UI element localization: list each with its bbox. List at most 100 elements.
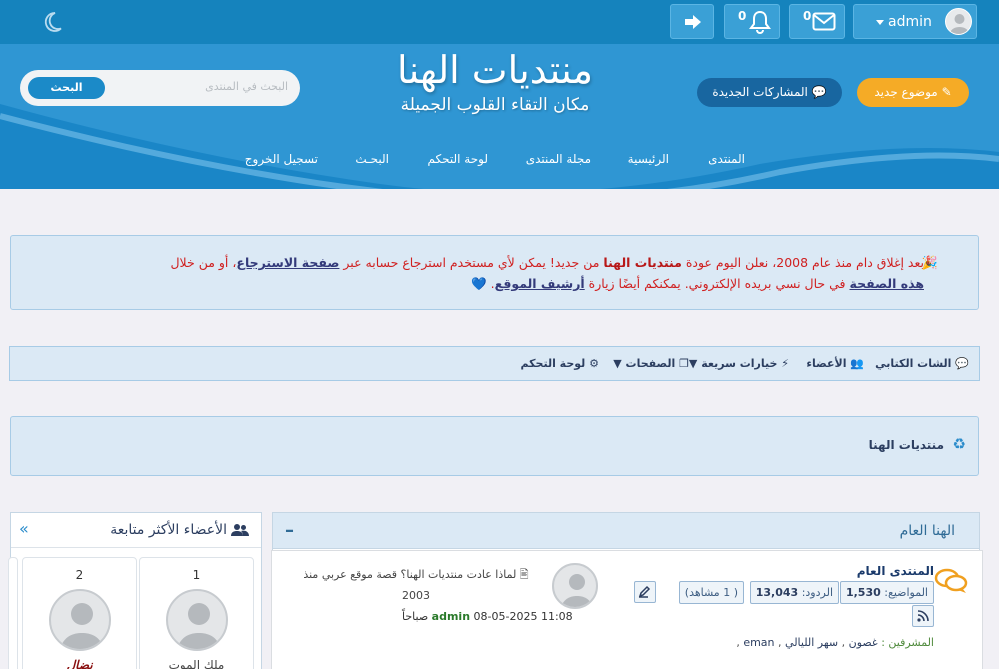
comment-icon: 💬 <box>811 85 827 99</box>
logo-subtitle: مكان التقاء القلوب الجميلة <box>400 95 590 115</box>
search-input[interactable]: البحث في المنتدى <box>205 80 288 93</box>
envelope-icon <box>812 12 836 31</box>
notifications-count: 0 <box>738 9 747 23</box>
announcement-text: . <box>486 276 495 291</box>
forum-bubbles-icon <box>934 568 968 593</box>
rss-icon <box>917 610 929 622</box>
last-post-meta: admin 08-05-2025 11:08 صباحاً <box>402 610 573 623</box>
announcement-text: بعد إغلاق دام منذ عام 2008، نعلن اليوم ع… <box>681 255 924 270</box>
toolbar-control-panel[interactable]: ⚙ لوحة التحكم <box>521 357 600 370</box>
viewers-count: ( 1 مشاهد) <box>678 581 744 604</box>
moderator-link[interactable]: سهر الليالي <box>785 636 838 649</box>
moderators-label: المشرفين : <box>881 636 934 649</box>
breadcrumb: ♻ منتديات الهنا <box>10 416 979 476</box>
archive-link[interactable]: أرشيف الموقع <box>495 276 585 291</box>
user-menu-button[interactable]: admin <box>853 4 977 39</box>
users-icon <box>231 524 249 536</box>
avatar <box>166 589 228 651</box>
replies-value: 13,043 <box>755 586 799 599</box>
announcement-box: 🎉 بعد إغلاق دام منذ عام 2008، نعلن اليوم… <box>10 235 979 310</box>
nav-control-panel[interactable]: لوحة التحكم <box>428 152 489 166</box>
sidebar-header: « الأعضاء الأكثر متابعة <box>11 513 261 548</box>
moderator-link[interactable]: غصون <box>849 636 878 649</box>
logout-icon <box>685 15 701 29</box>
member-name: نضال <box>66 658 93 669</box>
notifications-button[interactable]: 0 <box>724 4 780 39</box>
moderators: المشرفين : غصون , سهر الليالي , eman , <box>736 636 934 649</box>
blue-heart-icon: 💙 <box>471 276 487 291</box>
forum-row: المنتدى العام المواضيع: 1,530 الردود: 13… <box>271 550 983 669</box>
this-page-link[interactable]: هذه الصفحة <box>850 276 925 291</box>
new-posts-button[interactable]: 💬 المشاركات الجديدة <box>697 78 842 107</box>
sidebar-title: الأعضاء الأكثر متابعة <box>110 522 227 538</box>
last-post-title-text: لماذا عادت منتديات الهنا؟ قصة موقع عربي … <box>303 568 517 602</box>
category-header: الهنا العام – <box>273 513 979 549</box>
toolbar-quick-options-label: خيارات سريعة <box>701 357 778 370</box>
double-chevron-left-icon[interactable]: « <box>19 519 29 538</box>
new-topic-button[interactable]: ✎ موضوع جديد <box>857 78 969 107</box>
nav-forum[interactable]: المنتدى <box>708 152 745 166</box>
replies-label: الردود: <box>801 586 833 599</box>
logo-title[interactable]: منتديات الهنا <box>380 48 610 92</box>
nav-home[interactable]: الرئيسية <box>628 152 669 166</box>
messages-button[interactable]: 0 <box>789 4 845 39</box>
member-rank: 2 <box>75 568 84 582</box>
category-title[interactable]: الهنا العام <box>900 523 955 539</box>
top-bar: 0 0 admin <box>0 0 999 44</box>
toolbar-quick-options[interactable]: ⚡ خيارات سريعة ▼ <box>689 357 789 370</box>
topics-count: المواضيع: 1,530 <box>839 581 934 604</box>
moon-icon[interactable] <box>40 10 64 34</box>
avatar <box>945 8 972 35</box>
search-box[interactable]: البحث البحث في المنتدى <box>20 70 300 106</box>
breadcrumb-home[interactable]: منتديات الهنا <box>869 438 944 452</box>
toolbar-chat-label: الشات الكتابي <box>875 357 952 370</box>
moderator-link[interactable]: eman <box>743 636 774 649</box>
topics-value: 1,530 <box>845 586 881 599</box>
toolbar-members-label: الأعضاء <box>806 357 847 370</box>
last-post-user[interactable]: admin <box>432 610 470 623</box>
member-card[interactable]: 1 ملك الموت <box>139 557 254 669</box>
forum-toolbar: 💬 الشات الكتابي 👥 الأعضاء ⚡ خيارات سريعة… <box>9 346 980 381</box>
avatar <box>49 589 111 651</box>
toolbar-pages[interactable]: ❐ الصفحات ▼ <box>613 357 689 370</box>
username: admin <box>888 14 932 30</box>
announcement-text: ، أو من خلال <box>170 255 237 270</box>
member-rank: 1 <box>192 568 201 582</box>
toolbar-chat[interactable]: 💬 الشات الكتابي <box>875 357 969 370</box>
toolbar-control-panel-label: لوحة التحكم <box>520 357 586 370</box>
last-post-date: 08-05-2025 11:08 صباحاً <box>402 610 573 623</box>
rss-button[interactable] <box>912 605 934 627</box>
nav-logout[interactable]: تسجيل الخروج <box>245 152 318 166</box>
edit-forum-button[interactable] <box>634 581 656 603</box>
last-post-avatar[interactable] <box>552 563 598 609</box>
toolbar-members[interactable]: 👥 الأعضاء <box>806 357 864 370</box>
member-card[interactable]: 2 نضال <box>22 557 137 669</box>
last-post-title[interactable]: 🖹 لماذا عادت منتديات الهنا؟ قصة موقع عرب… <box>288 564 544 606</box>
recycle-icon: ♻ <box>952 435 966 453</box>
bell-icon <box>749 10 771 34</box>
collapse-icon[interactable]: – <box>285 520 294 541</box>
search-button[interactable]: البحث <box>28 77 105 99</box>
edit-icon <box>638 585 651 598</box>
nav-magazine[interactable]: مجلة المنتدى <box>526 152 591 166</box>
caret-down-icon <box>876 20 884 25</box>
recovery-link[interactable]: صفحة الاسترجاع <box>236 255 339 270</box>
topics-label: المواضيع: <box>884 586 928 599</box>
site-header: البحث البحث في المنتدى منتديات الهنا مكا… <box>0 44 999 189</box>
replies-count: الردود: 13,043 <box>749 581 839 604</box>
announcement-text: في حال نسي بريده الإلكتروني. يمكنكم أيضً… <box>584 276 850 291</box>
logout-button[interactable] <box>670 4 714 39</box>
member-name: ملك الموت <box>168 658 225 669</box>
party-icon: 🎉 <box>921 256 938 271</box>
top-followed-members: « الأعضاء الأكثر متابعة 1 ملك الموت 2 نض… <box>8 512 262 669</box>
announcement-text: من جديد! يمكن لأي مستخدم استرجاع حسابه ع… <box>339 255 604 270</box>
main-nav: المنتدى الرئيسية مجلة المنتدى لوحة التحك… <box>235 152 755 172</box>
member-card[interactable] <box>8 557 18 669</box>
new-topic-label: موضوع جديد <box>874 85 938 99</box>
nav-search[interactable]: البحـث <box>355 152 389 166</box>
toolbar-pages-label: الصفحات <box>625 357 676 370</box>
edit-icon: ✎ <box>941 85 952 99</box>
category-block: الهنا العام – المنتدى العام المواضيع: 1,… <box>271 512 983 669</box>
forum-name[interactable]: المنتدى العام <box>857 564 934 578</box>
announcement-forum-name: منتديات الهنا <box>603 255 682 270</box>
